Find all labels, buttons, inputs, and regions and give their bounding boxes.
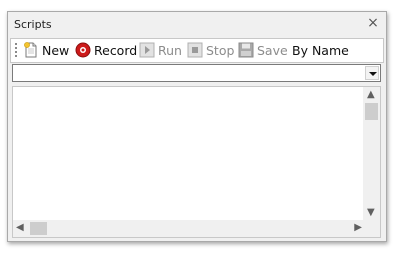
run-button-label: Run: [158, 42, 182, 58]
horizontal-scroll-thumb[interactable]: [30, 222, 47, 235]
save-icon: [238, 42, 254, 58]
run-icon: [139, 42, 155, 58]
chevron-down-icon[interactable]: [365, 66, 379, 80]
run-button[interactable]: Run: [139, 41, 182, 59]
script-list-area[interactable]: ▲ ▼ ◀ ▶: [12, 86, 381, 238]
save-button-label: Save: [257, 42, 288, 58]
record-button-label: Record: [94, 42, 138, 58]
scripts-panel: Scripts × New Record Run Stop Save By Na…: [7, 11, 387, 242]
scroll-right-icon[interactable]: ▶: [354, 223, 362, 233]
new-button-label: New: [42, 42, 70, 58]
scripts-toolbar: New Record Run Stop Save By Name: [10, 38, 384, 63]
new-file-icon: [24, 42, 37, 58]
record-icon: [75, 42, 91, 58]
horizontal-scrollbar[interactable]: ◀ ▶: [13, 220, 365, 237]
stop-button[interactable]: Stop: [187, 41, 234, 59]
close-icon[interactable]: ×: [366, 16, 380, 30]
by-name-label: By Name: [292, 42, 349, 58]
scroll-down-icon[interactable]: ▼: [367, 208, 375, 218]
scrollbar-corner: [363, 220, 380, 237]
record-button[interactable]: Record: [75, 41, 137, 59]
vertical-scrollbar[interactable]: ▲ ▼: [363, 87, 380, 221]
by-name-button[interactable]: By Name: [292, 41, 349, 59]
vertical-scroll-thumb[interactable]: [365, 103, 378, 120]
scroll-left-icon[interactable]: ◀: [16, 223, 24, 233]
scroll-up-icon[interactable]: ▲: [367, 90, 375, 100]
save-button[interactable]: Save: [238, 41, 288, 59]
stop-button-label: Stop: [206, 42, 235, 58]
panel-titlebar: Scripts ×: [8, 12, 386, 36]
panel-title: Scripts: [14, 18, 52, 31]
toolbar-grip-icon[interactable]: [15, 43, 18, 58]
script-selector-dropdown[interactable]: [12, 64, 381, 82]
stop-icon: [187, 42, 203, 58]
new-button[interactable]: New: [23, 41, 69, 59]
